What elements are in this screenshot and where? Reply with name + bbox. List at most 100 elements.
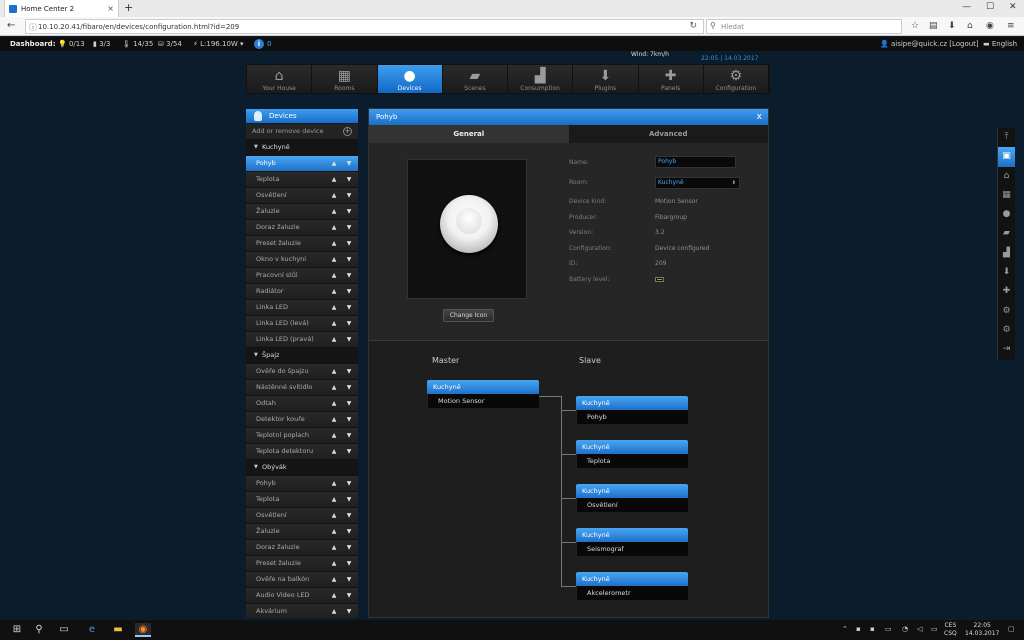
- move-down-icon[interactable]: ▼: [342, 316, 356, 331]
- device-list-item[interactable]: Preset žaluzie ▲ ▼: [246, 556, 358, 572]
- move-down-icon[interactable]: ▼: [342, 588, 356, 603]
- tab-general[interactable]: General: [369, 125, 569, 143]
- move-down-icon[interactable]: ▼: [342, 284, 356, 299]
- firefox-icon[interactable]: ◉: [135, 623, 151, 637]
- move-up-icon[interactable]: ▲: [327, 332, 341, 347]
- network-icon[interactable]: ▭: [885, 625, 892, 633]
- url-bar[interactable]: ⓘ 10.10.20.41/fibaro/en/devices/configur…: [25, 19, 704, 34]
- temp-status[interactable]: 🌡 14/35: [122, 40, 153, 48]
- device-list-item[interactable]: Preset žaluzie ▲ ▼: [246, 236, 358, 252]
- move-up-icon[interactable]: ▲: [327, 604, 341, 618]
- device-list-item[interactable]: Ověře do špajzu ▲ ▼: [246, 364, 358, 380]
- move-down-icon[interactable]: ▼: [342, 476, 356, 491]
- tray-up-icon[interactable]: ⌃: [842, 625, 848, 633]
- move-down-icon[interactable]: ▼: [342, 444, 356, 459]
- edge-icon[interactable]: e: [84, 623, 100, 637]
- device-list-item[interactable]: Teplota ▲ ▼: [246, 492, 358, 508]
- scroll-top-icon[interactable]: ⤒: [998, 128, 1015, 147]
- consumption-icon[interactable]: ▟: [998, 244, 1015, 263]
- device-list-item[interactable]: Linka LED (levá) ▲ ▼: [246, 316, 358, 332]
- device-list-item[interactable]: Ověře na balkón ▲ ▼: [246, 572, 358, 588]
- move-up-icon[interactable]: ▲: [327, 172, 341, 187]
- move-down-icon[interactable]: ▼: [342, 236, 356, 251]
- device-list-item[interactable]: Pohyb ▲ ▼: [246, 156, 358, 172]
- system-clock[interactable]: 22:05 14.03.2017: [965, 622, 999, 638]
- move-down-icon[interactable]: ▼: [342, 492, 356, 507]
- menu-tab-scenes[interactable]: ▰ Scenes: [442, 65, 508, 93]
- device-list-item[interactable]: Doraz žaluzie ▲ ▼: [246, 540, 358, 556]
- pocket-icon[interactable]: ◉: [986, 21, 994, 31]
- device-list-item[interactable]: Odtah ▲ ▼: [246, 396, 358, 412]
- move-up-icon[interactable]: ▲: [327, 236, 341, 251]
- move-down-icon[interactable]: ▼: [342, 220, 356, 235]
- device-list-item[interactable]: Audio Video LED ▲ ▼: [246, 588, 358, 604]
- doors-status[interactable]: ▮ 3/3: [93, 40, 110, 48]
- panels-icon[interactable]: ✚: [998, 282, 1015, 301]
- menu-tab-configuration[interactable]: ⚙ Configuration: [703, 65, 769, 93]
- change-icon-button[interactable]: Change Icon: [443, 309, 494, 322]
- volume-icon[interactable]: ◁: [917, 625, 922, 633]
- menu-tab-panels[interactable]: ✚ Panels: [638, 65, 704, 93]
- device-list-item[interactable]: Nástěnné svítidlo ▲ ▼: [246, 380, 358, 396]
- blinds-status[interactable]: ⛁ 3/54: [158, 40, 182, 48]
- move-up-icon[interactable]: ▲: [327, 188, 341, 203]
- move-up-icon[interactable]: ▲: [327, 156, 341, 171]
- move-down-icon[interactable]: ▼: [342, 268, 356, 283]
- menu-tab-your-house[interactable]: ⌂ Your House: [247, 65, 313, 93]
- menu-icon[interactable]: ≡: [1007, 21, 1015, 31]
- slave-node[interactable]: Kuchyně Seismograf: [576, 528, 688, 556]
- save-icon[interactable]: ▣: [998, 147, 1015, 167]
- device-list-item[interactable]: Žaluzie ▲ ▼: [246, 204, 358, 220]
- move-up-icon[interactable]: ▲: [327, 284, 341, 299]
- move-up-icon[interactable]: ▲: [327, 252, 341, 267]
- notifications-icon[interactable]: ▢: [1008, 625, 1015, 633]
- device-list-item[interactable]: Akvárium ▲ ▼: [246, 604, 358, 618]
- slave-node[interactable]: Kuchyně Pohyb: [576, 396, 688, 424]
- explorer-icon[interactable]: ▬: [110, 623, 126, 637]
- power-status[interactable]: ⚡ L:196.10W ▾: [193, 40, 244, 48]
- room-section[interactable]: ▼ Kuchyně: [246, 140, 358, 156]
- tray-app2-icon[interactable]: ▪: [870, 625, 875, 633]
- move-up-icon[interactable]: ▲: [327, 428, 341, 443]
- room-select[interactable]: Kuchyně ⬍: [655, 176, 740, 189]
- device-list-item[interactable]: Osvětlení ▲ ▼: [246, 508, 358, 524]
- menu-tab-consumption[interactable]: ▟ Consumption: [508, 65, 574, 93]
- home-icon[interactable]: ⌂: [967, 21, 973, 31]
- device-list-item[interactable]: Teplota detektoru ▲ ▼: [246, 444, 358, 460]
- close-panel-icon[interactable]: x: [757, 109, 762, 125]
- maximize-icon[interactable]: ☐: [986, 2, 994, 12]
- move-up-icon[interactable]: ▲: [327, 524, 341, 539]
- room-section[interactable]: ▼ Obývák: [246, 460, 358, 476]
- rooms-icon[interactable]: ▦: [998, 186, 1015, 205]
- move-up-icon[interactable]: ▲: [327, 556, 341, 571]
- slave-node[interactable]: Kuchyně Akcelerometr: [576, 572, 688, 600]
- move-down-icon[interactable]: ▼: [342, 252, 356, 267]
- move-down-icon[interactable]: ▼: [342, 556, 356, 571]
- move-down-icon[interactable]: ▼: [342, 188, 356, 203]
- close-window-icon[interactable]: ✕: [1009, 2, 1017, 12]
- name-input[interactable]: Pohyb: [655, 156, 736, 168]
- house-icon[interactable]: ⌂: [998, 167, 1015, 186]
- lights-status[interactable]: 💡 0/13: [58, 40, 85, 48]
- device-list-item[interactable]: Žaluzie ▲ ▼: [246, 524, 358, 540]
- move-down-icon[interactable]: ▼: [342, 412, 356, 427]
- device-list-item[interactable]: Linka LED (pravá) ▲ ▼: [246, 332, 358, 348]
- menu-tab-plugins[interactable]: ⬇ Plugins: [573, 65, 639, 93]
- battery-tray-icon[interactable]: ▭: [931, 625, 938, 633]
- move-down-icon[interactable]: ▼: [342, 540, 356, 555]
- exit-icon[interactable]: ⇥: [998, 340, 1015, 359]
- move-up-icon[interactable]: ▲: [327, 476, 341, 491]
- settings-icon[interactable]: ⚙: [998, 302, 1015, 321]
- reading-list-icon[interactable]: ▤: [929, 21, 938, 31]
- start-icon[interactable]: ⊞: [9, 623, 25, 637]
- device-list-item[interactable]: Doraz žaluzie ▲ ▼: [246, 220, 358, 236]
- move-up-icon[interactable]: ▲: [327, 220, 341, 235]
- input-language[interactable]: CES CSQ: [944, 622, 957, 638]
- language-selector[interactable]: ▬ English: [983, 40, 1017, 48]
- move-up-icon[interactable]: ▲: [327, 316, 341, 331]
- add-remove-device-button[interactable]: Add or remove device +: [246, 124, 358, 140]
- new-tab-button[interactable]: +: [124, 1, 133, 14]
- move-up-icon[interactable]: ▲: [327, 396, 341, 411]
- device-list-item[interactable]: Pohyb ▲ ▼: [246, 476, 358, 492]
- move-down-icon[interactable]: ▼: [342, 204, 356, 219]
